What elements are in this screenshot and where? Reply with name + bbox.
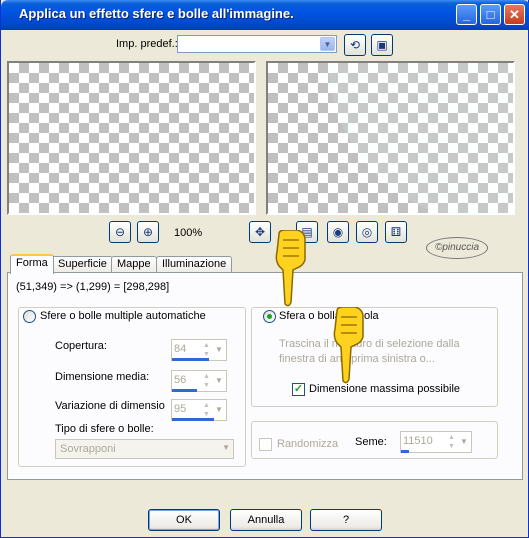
chevron-down-icon: ▼	[215, 405, 223, 414]
zoom-out-button[interactable]: ⊖	[109, 221, 131, 243]
reset-arrow-icon: ⟲	[349, 38, 361, 52]
size-variation-stepper[interactable]: 95 ▲ ▼ ▼	[171, 399, 227, 421]
chevron-down-icon: ▼	[320, 37, 335, 51]
size-variation-label: Variazione di dimensio	[55, 400, 165, 412]
dice-icon: ⚅	[390, 225, 402, 239]
preset-label: Imp. predef.:	[116, 38, 178, 50]
ok-button[interactable]: OK	[148, 509, 220, 531]
checkmark-icon: ✓	[293, 383, 304, 395]
multiple-bubbles-radio[interactable]	[23, 310, 36, 323]
single-bubble-radio[interactable]	[263, 310, 276, 323]
multiple-bubbles-label: Sfere o bolle multiple automatiche	[40, 310, 209, 322]
zoom-level: 100%	[174, 227, 203, 239]
average-size-level-bar	[172, 389, 197, 392]
spin-arrows-icon: ▲ ▼	[203, 342, 210, 358]
reset-preset-button[interactable]: ⟲	[344, 34, 366, 56]
coordinates-readout: (51,349) => (1,299) = [298,298]	[16, 281, 170, 293]
maximize-button[interactable]: □	[480, 4, 501, 25]
coverage-stepper[interactable]: 84 ▲ ▼ ▼	[171, 339, 227, 361]
average-size-value: 56	[174, 374, 187, 386]
tab-forma[interactable]: Forma	[10, 254, 54, 274]
chevron-down-icon: ▼	[222, 443, 230, 452]
spin-arrows-icon: ▲ ▼	[203, 373, 210, 389]
zoom-out-icon: ⊖	[114, 225, 126, 239]
preset-dropdown[interactable]: ▼	[177, 35, 337, 53]
proof-button[interactable]: ◎	[356, 221, 378, 243]
seed-stepper[interactable]: 11510 ▲ ▼ ▼	[400, 431, 472, 453]
size-variation-level-bar	[172, 418, 214, 421]
floppy-disk-icon: ▣	[376, 38, 388, 52]
tab-superficie[interactable]: Superficie	[52, 256, 113, 273]
pointing-hand-icon	[333, 307, 364, 384]
randomize-checkbox[interactable]	[259, 438, 272, 451]
seed-value: 11510	[403, 435, 433, 447]
single-bubble-hint: Trascina il riquadro di selezione dalla …	[279, 338, 460, 365]
pan-button[interactable]: ✥	[249, 221, 271, 243]
coverage-level-bar	[172, 358, 209, 361]
coverage-value: 84	[174, 343, 187, 355]
cancel-button[interactable]: Annulla	[230, 509, 302, 531]
seed-label: Seme:	[355, 436, 387, 448]
chevron-down-icon: ▼	[215, 345, 223, 354]
watermark-logo: ©pinuccia	[426, 237, 488, 259]
zoom-in-button[interactable]: ⊕	[137, 221, 159, 243]
bubble-type-dropdown[interactable]: Sovrapponi ▼	[55, 439, 234, 459]
minimize-button[interactable]: _	[456, 4, 477, 25]
window-title: Applica un effetto sfere e bolle all'imm…	[19, 6, 294, 21]
size-variation-value: 95	[174, 403, 187, 415]
dialog-window: Applica un effetto sfere e bolle all'imm…	[0, 0, 529, 538]
before-preview[interactable]	[7, 61, 256, 215]
auto-proof-button[interactable]: ◉	[327, 221, 349, 243]
randomize-label: Randomizza	[277, 438, 339, 450]
zoom-in-icon: ⊕	[142, 225, 154, 239]
average-size-stepper[interactable]: 56 ▲ ▼ ▼	[171, 370, 227, 392]
tab-mappe[interactable]: Mappe	[111, 256, 157, 273]
coverage-label: Copertura:	[55, 340, 107, 352]
spin-arrows-icon: ▲ ▼	[203, 402, 210, 418]
eye-lock-icon: ◉	[332, 225, 344, 239]
pointing-hand-icon	[275, 230, 306, 307]
bubble-type-value: Sovrapponi	[60, 443, 116, 455]
watermark-text: ©pinuccia	[434, 242, 480, 253]
after-preview[interactable]	[266, 61, 515, 215]
help-button[interactable]: ?	[310, 509, 382, 531]
tab-panel: (51,349) => (1,299) = [298,298] Sfere o …	[7, 272, 523, 480]
max-size-checkbox[interactable]: ✓	[292, 383, 305, 396]
randomize-button[interactable]: ⚅	[385, 221, 407, 243]
title-bar[interactable]: Applica un effetto sfere e bolle all'imm…	[1, 0, 529, 30]
bubble-effect	[328, 63, 513, 213]
eye-icon: ◎	[361, 225, 373, 239]
average-size-label: Dimensione media:	[55, 371, 150, 383]
bubble-type-label: Tipo di sfere o bolle:	[55, 423, 154, 435]
tab-illuminazione[interactable]: Illuminazione	[156, 256, 233, 273]
seed-level-bar	[401, 450, 409, 453]
chevron-down-icon: ▼	[215, 376, 223, 385]
move-icon: ✥	[254, 225, 266, 239]
save-preset-button[interactable]: ▣	[371, 34, 393, 56]
radio-selected-dot	[267, 314, 272, 319]
spin-arrows-icon: ▲ ▼	[448, 434, 455, 450]
chevron-down-icon: ▼	[460, 437, 468, 446]
close-button[interactable]: ✕	[504, 4, 525, 25]
